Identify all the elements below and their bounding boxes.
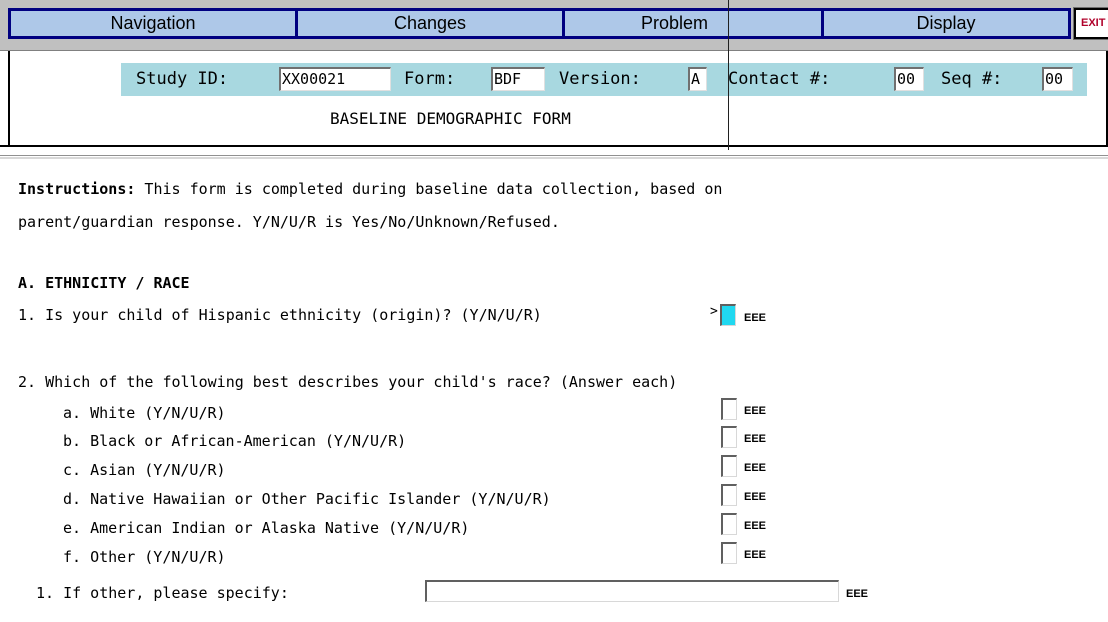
current-field-marker: > (710, 304, 718, 319)
display-menu-button[interactable]: Display (821, 8, 1071, 39)
header-border-left (8, 51, 10, 146)
exit-button[interactable]: EXIT (1073, 7, 1108, 40)
race-item-hawaiian-code: EEE (744, 491, 767, 503)
study-id-label: Study ID: (136, 69, 229, 89)
race-item-black-field[interactable] (721, 426, 737, 448)
race-item-white-label: a. White (Y/N/U/R) (63, 404, 226, 422)
race-item-black-code: EEE (744, 433, 767, 445)
race-item-black-label: b. Black or African-American (Y/N/U/R) (63, 432, 407, 450)
question-2-text: 2. Which of the following best describes… (18, 373, 678, 391)
menu-bar: Navigation Changes Problem Display EXIT (0, 0, 1108, 50)
form-title: BASELINE DEMOGRAPHIC FORM (330, 109, 571, 128)
race-item-hawaiian-label: d. Native Hawaiian or Other Pacific Isla… (63, 490, 551, 508)
race-item-american-indian-code: EEE (744, 520, 767, 532)
other-specify-label: 1. If other, please specify: (36, 584, 289, 602)
race-item-white-code: EEE (744, 405, 767, 417)
race-item-other-label: f. Other (Y/N/U/R) (63, 548, 226, 566)
problem-menu-button[interactable]: Problem (562, 8, 824, 39)
race-item-white-field[interactable] (721, 398, 737, 420)
study-id-field[interactable]: XX00021 (279, 67, 391, 91)
form-label: Form: (404, 69, 456, 89)
form-header: Study ID: XX00021 Form: BDF Version: A C… (0, 50, 1108, 147)
text-cursor-line (728, 0, 729, 150)
instructions-line-2: parent/guardian response. Y/N/U/R is Yes… (18, 213, 560, 231)
race-item-other-code: EEE (744, 549, 767, 561)
race-item-asian-field[interactable] (721, 455, 737, 477)
version-field[interactable]: A (688, 67, 707, 91)
instructions-text-1: This form is completed during baseline d… (135, 180, 723, 198)
question-1-answer-field[interactable] (720, 304, 736, 326)
contact-number-label: Contact #: (728, 69, 831, 89)
other-specify-input[interactable] (425, 580, 839, 602)
version-label: Version: (559, 69, 641, 89)
instructions-label: Instructions: (18, 180, 136, 198)
sequence-number-label: Seq #: (941, 69, 1003, 89)
record-id-strip: Study ID: XX00021 Form: BDF Version: A C… (121, 63, 1087, 96)
contact-number-field[interactable]: 00 (894, 67, 924, 91)
section-heading: A. ETHNICITY / RACE (18, 274, 190, 292)
race-item-asian-label: c. Asian (Y/N/U/R) (63, 461, 226, 479)
question-1-text: 1. Is your child of Hispanic ethnicity (… (18, 306, 542, 324)
navigation-menu-button[interactable]: Navigation (8, 8, 298, 39)
question-1-code: EEE (744, 312, 767, 324)
sequence-number-field[interactable]: 00 (1042, 67, 1073, 91)
race-item-other-field[interactable] (721, 542, 737, 564)
divider-shadow (0, 157, 1108, 159)
race-item-american-indian-label: e. American Indian or Alaska Native (Y/N… (63, 519, 470, 537)
instructions-line-1: Instructions: This form is completed dur… (18, 180, 722, 198)
changes-menu-button[interactable]: Changes (295, 8, 565, 39)
race-item-hawaiian-field[interactable] (721, 484, 737, 506)
divider (0, 155, 1108, 156)
race-item-american-indian-field[interactable] (721, 513, 737, 535)
form-code-field[interactable]: BDF (491, 67, 545, 91)
race-item-asian-code: EEE (744, 462, 767, 474)
other-specify-code: EEE (846, 588, 869, 600)
